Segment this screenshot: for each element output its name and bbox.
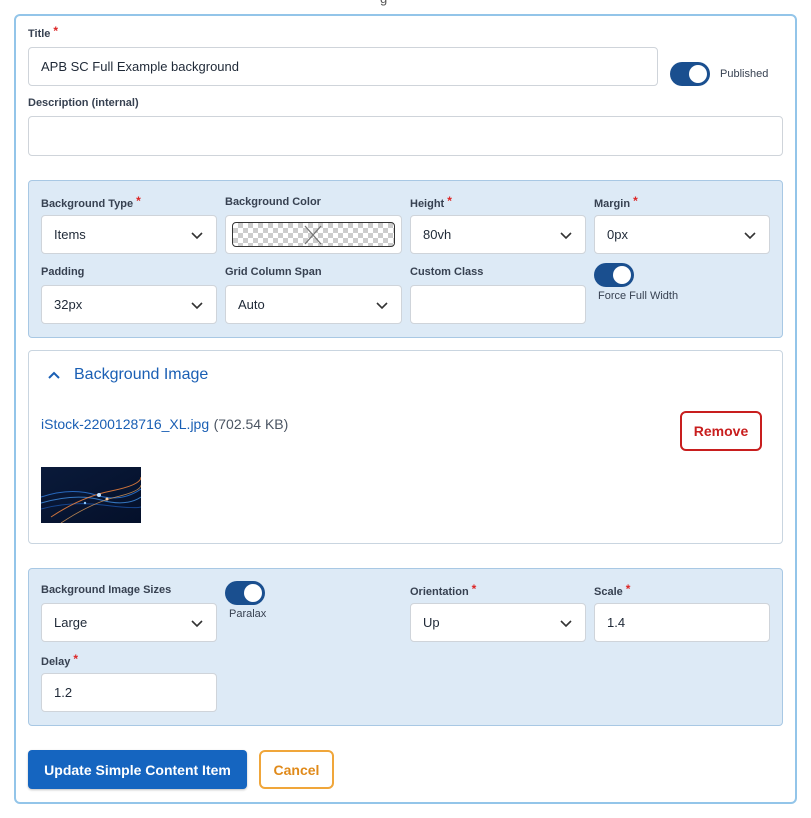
update-button[interactable]: Update Simple Content Item	[28, 750, 247, 789]
margin-select[interactable]: 0px	[594, 215, 770, 254]
custom-class-label: Custom Class	[410, 266, 484, 278]
clear-color-icon[interactable]	[304, 225, 322, 245]
orientation-label-text: Orientation	[410, 586, 469, 598]
image-thumbnail-art	[41, 467, 141, 523]
background-image-sizes-select[interactable]: Large	[41, 603, 217, 642]
orientation-label: Orientation *	[410, 582, 477, 598]
background-image-title: Background Image	[74, 366, 209, 383]
padding-value: 32px	[54, 297, 83, 312]
custom-class-input[interactable]	[410, 285, 586, 324]
required-marker: *	[447, 194, 452, 208]
required-marker: *	[53, 24, 59, 38]
scale-label-text: Scale	[594, 586, 623, 598]
background-color-label: Background Color	[225, 196, 321, 208]
top-cutoff: g	[0, 0, 811, 14]
published-label: Published	[720, 68, 769, 80]
chevron-down-icon	[191, 619, 203, 627]
chevron-down-icon	[376, 301, 388, 309]
padding-select[interactable]: 32px	[41, 285, 217, 324]
orientation-value: Up	[423, 615, 440, 630]
required-marker: *	[471, 582, 477, 596]
title-label: Title *	[28, 24, 59, 40]
margin-label-text: Margin	[594, 198, 631, 210]
scale-input[interactable]: 1.4	[594, 603, 770, 642]
required-marker: *	[136, 194, 141, 208]
image-file-link[interactable]: iStock-2200128716_XL.jpg	[41, 416, 209, 432]
height-select[interactable]: 80vh	[410, 215, 586, 254]
background-image-sizes-label: Background Image Sizes	[41, 584, 172, 596]
delay-label-text: Delay	[41, 656, 71, 668]
required-marker: *	[633, 194, 638, 208]
delay-label: Delay *	[41, 652, 79, 668]
image-file-size: (702.54 KB)	[213, 416, 289, 432]
background-type-value: Items	[54, 227, 86, 242]
margin-value: 0px	[607, 227, 628, 242]
required-marker: *	[625, 582, 631, 596]
background-type-select[interactable]: Items	[41, 215, 217, 254]
image-thumbnail	[41, 467, 141, 523]
background-color-picker[interactable]	[225, 215, 402, 254]
background-type-label: Background Type *	[41, 194, 141, 210]
chevron-down-icon	[560, 231, 572, 239]
scale-label: Scale *	[594, 582, 631, 598]
toggle-knob	[244, 584, 262, 602]
height-label: Height *	[410, 194, 452, 210]
description-label: Description (internal)	[28, 97, 139, 109]
title-label-text: Title	[28, 28, 51, 40]
remove-image-button[interactable]: Remove	[680, 411, 762, 451]
grid-column-span-value: Auto	[238, 297, 265, 312]
title-input[interactable]: APB SC Full Example background	[28, 47, 658, 86]
paralax-label: Paralax	[229, 608, 267, 620]
background-image-header[interactable]: Background Image	[46, 366, 208, 384]
toggle-knob	[613, 266, 631, 284]
force-full-width-toggle[interactable]	[594, 263, 634, 287]
margin-label: Margin *	[594, 194, 638, 210]
height-label-text: Height	[410, 198, 445, 210]
orientation-select[interactable]: Up	[410, 603, 586, 642]
grid-column-span-label: Grid Column Span	[225, 266, 322, 278]
published-toggle[interactable]	[670, 62, 710, 86]
padding-label: Padding	[41, 266, 85, 278]
chevron-up-icon[interactable]	[46, 367, 62, 383]
chevron-down-icon	[191, 301, 203, 309]
required-marker: *	[73, 652, 79, 666]
chevron-down-icon	[744, 231, 756, 239]
description-input[interactable]	[28, 116, 783, 156]
paralax-toggle[interactable]	[225, 581, 265, 605]
image-file-info: iStock-2200128716_XL.jpg (702.54 KB)	[41, 416, 288, 434]
cancel-button[interactable]: Cancel	[259, 750, 334, 789]
delay-input[interactable]: 1.2	[41, 673, 217, 712]
toggle-knob	[689, 65, 707, 83]
grid-column-span-select[interactable]: Auto	[225, 285, 402, 324]
background-type-label-text: Background Type	[41, 198, 134, 210]
height-value: 80vh	[423, 227, 452, 242]
force-full-width-label: Force Full Width	[598, 290, 679, 302]
chevron-down-icon	[560, 619, 572, 627]
background-image-sizes-value: Large	[54, 615, 88, 630]
chevron-down-icon	[191, 231, 203, 239]
